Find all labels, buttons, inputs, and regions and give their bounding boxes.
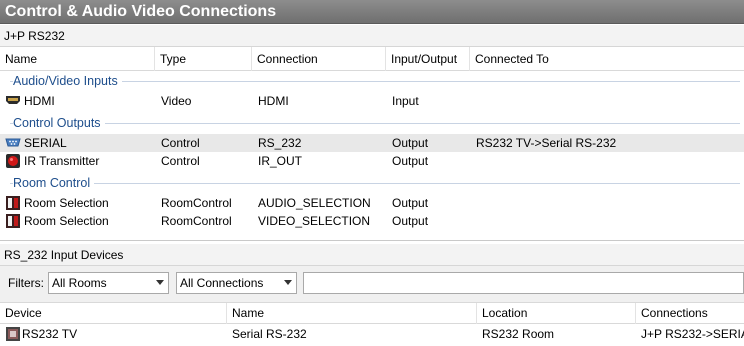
column-device[interactable]: Device [0, 303, 227, 324]
device-label: Serial RS-232 [232, 327, 307, 341]
row-connection: RS_232 [258, 136, 302, 150]
hdmi-icon [5, 94, 21, 107]
connection-filter-value: All Connections [180, 276, 264, 290]
room-filter-value: All Rooms [52, 276, 107, 290]
room-selection-icon [5, 196, 21, 210]
row-io: Output [392, 196, 429, 210]
device-name: RS232 TV [22, 327, 78, 341]
connection-row-audio-selection[interactable]: Room Selection RoomControl AUDIO_SELECTI… [0, 194, 744, 212]
tv-device-icon [5, 327, 21, 341]
row-connection: VIDEO_SELECTION [258, 214, 371, 228]
row-type: Control [161, 136, 200, 150]
row-type: RoomControl [161, 214, 232, 228]
row-connection: AUDIO_SELECTION [258, 196, 371, 210]
row-io: Input [392, 94, 419, 108]
group-av-inputs: Audio/Video Inputs [0, 72, 744, 90]
row-connection: IR_OUT [258, 154, 303, 168]
device-section-header[interactable]: J+P RS232 [0, 25, 744, 47]
row-name: Room Selection [24, 196, 109, 210]
row-connected-to: RS232 TV->Serial RS-232 [476, 136, 617, 150]
column-device-name[interactable]: Name [227, 303, 477, 324]
window-title: Control & Audio Video Connections [0, 0, 744, 24]
group-room-control: Room Control [0, 174, 744, 192]
row-name: SERIAL [24, 136, 67, 150]
column-input-output[interactable]: Input/Output [386, 47, 470, 71]
row-io: Output [392, 136, 429, 150]
search-input[interactable] [303, 272, 744, 294]
group-label: Control Outputs [13, 115, 105, 131]
row-type: Control [161, 154, 200, 168]
device-row[interactable]: RS232 TV Serial RS-232 RS232 Room J+P RS… [0, 325, 744, 343]
column-location[interactable]: Location [477, 303, 636, 324]
group-label: Room Control [13, 175, 95, 191]
ir-transmitter-icon [5, 154, 21, 168]
panel-divider[interactable] [0, 240, 744, 241]
connection-row-video-selection[interactable]: Room Selection RoomControl VIDEO_SELECTI… [0, 212, 744, 230]
connections-column-header: Name Type Connection Input/Output Connec… [0, 47, 744, 71]
group-control-outputs: Control Outputs [0, 114, 744, 132]
row-io: Output [392, 154, 429, 168]
row-type: Video [161, 94, 192, 108]
devices-column-header: Device Name Location Connections [0, 302, 744, 324]
room-selection-icon [5, 214, 21, 228]
connection-row-hdmi[interactable]: HDMI Video HDMI Input [0, 92, 744, 110]
column-connected-to[interactable]: Connected To [470, 47, 744, 71]
column-name[interactable]: Name [0, 47, 155, 71]
serial-port-icon [5, 136, 21, 149]
connection-row-serial[interactable]: SERIAL Control RS_232 Output RS232 TV->S… [0, 134, 744, 152]
filters-bar: Filters: All Rooms All Connections [0, 266, 744, 302]
column-connections[interactable]: Connections [636, 303, 744, 324]
group-label: Audio/Video Inputs [13, 73, 122, 89]
column-type[interactable]: Type [155, 47, 252, 71]
chevron-down-icon [156, 280, 164, 285]
input-devices-header: RS_232 Input Devices [0, 244, 744, 266]
device-location: RS232 Room [482, 327, 555, 341]
column-connection[interactable]: Connection [252, 47, 386, 71]
row-name: Room Selection [24, 214, 109, 228]
chevron-down-icon [284, 280, 292, 285]
row-name: IR Transmitter [24, 154, 100, 168]
row-type: RoomControl [161, 196, 232, 210]
row-name: HDMI [24, 94, 55, 108]
filters-label: Filters: [8, 276, 44, 290]
row-io: Output [392, 214, 429, 228]
room-filter-select[interactable]: All Rooms [48, 272, 169, 294]
connection-row-ir[interactable]: IR Transmitter Control IR_OUT Output [0, 152, 744, 170]
device-connections: J+P RS232->SERIAL [641, 327, 744, 341]
connection-filter-select[interactable]: All Connections [176, 272, 297, 294]
row-connection: HDMI [258, 94, 289, 108]
